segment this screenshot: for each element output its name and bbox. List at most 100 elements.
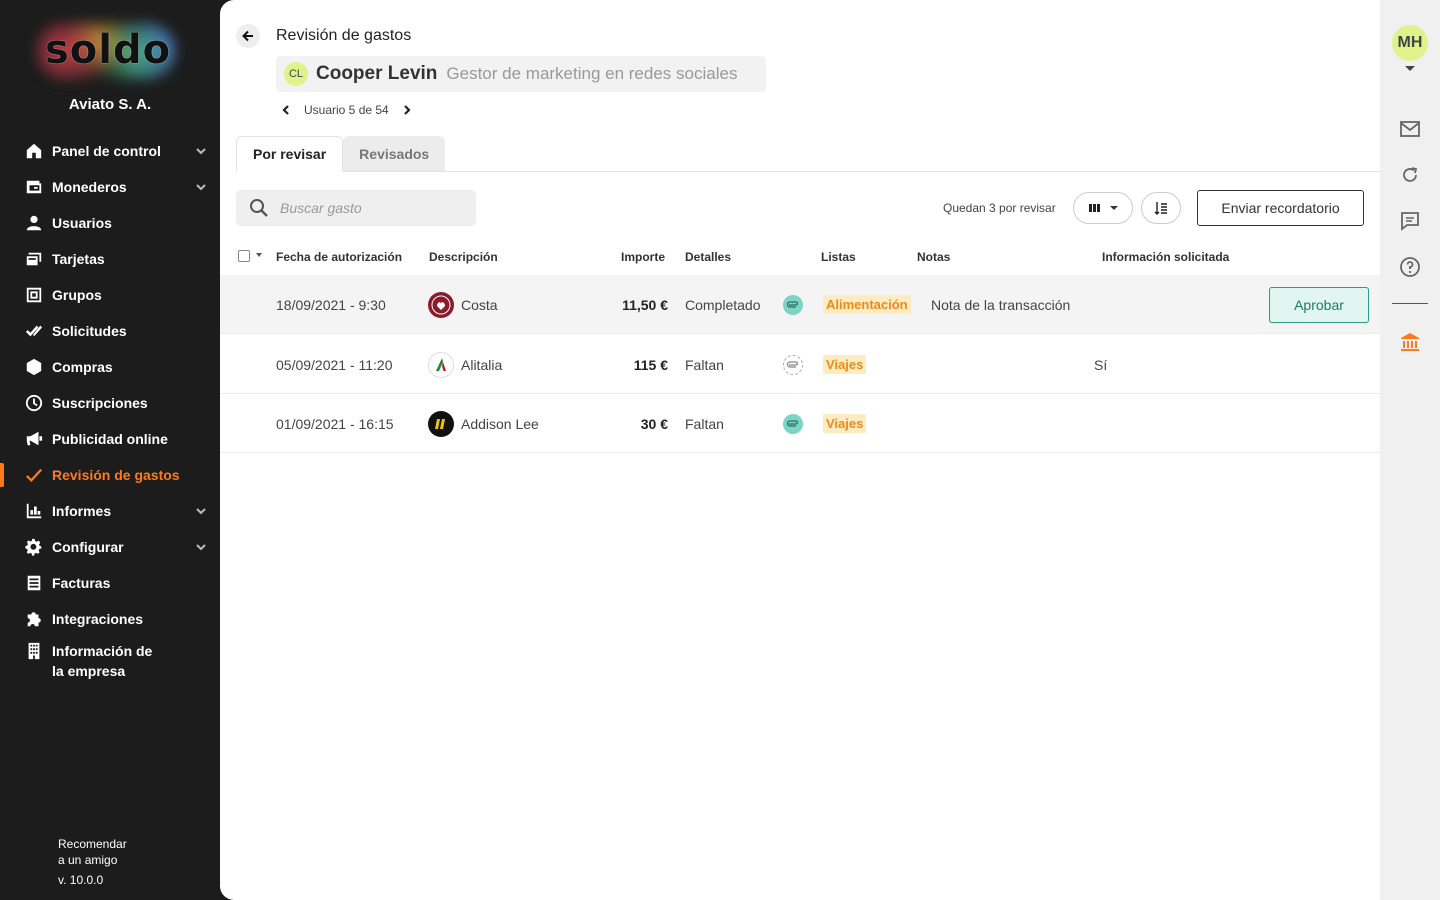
account-avatar[interactable]: MH — [1392, 25, 1428, 61]
sidebar-item-label: Compras — [52, 359, 113, 375]
details-cell: Faltan — [685, 415, 724, 432]
megaphone-icon — [24, 429, 44, 449]
column-header[interactable]: Detalles — [685, 250, 731, 264]
page-title: Revisión de gastos — [276, 27, 412, 44]
receipt-cell[interactable] — [783, 275, 803, 334]
recommend-link[interactable]: Recomendar a un amigo — [58, 836, 127, 868]
bank-icon[interactable] — [1399, 331, 1421, 353]
user-icon — [24, 213, 44, 233]
receipt-cell[interactable] — [783, 335, 803, 394]
merchant-name: Addison Lee — [461, 415, 539, 432]
paperclip-icon — [783, 294, 803, 315]
pager-text: Usuario 5 de 54 — [304, 103, 389, 117]
paperclip-icon — [783, 413, 803, 434]
approve-button[interactable]: Aprobar — [1269, 286, 1369, 323]
description-cell: Alitalia — [428, 335, 502, 394]
sidebar-item-grupos[interactable]: Grupos — [0, 277, 220, 313]
list-cell: Alimentación — [823, 275, 911, 334]
column-header[interactable]: Descripción — [429, 250, 498, 264]
table-row[interactable]: 01/09/2021 - 16:15 Addison Lee 30 € Falt… — [220, 394, 1380, 453]
sidebar-item-suscripciones[interactable]: Suscripciones — [0, 385, 220, 421]
sidebar-item-compras[interactable]: Compras — [0, 349, 220, 385]
column-header[interactable]: Fecha de autorización — [276, 250, 402, 264]
sidebar-item-informacion-empresa[interactable]: Información de la empresa — [0, 637, 220, 685]
table-header: Fecha de autorización Descripción Import… — [220, 240, 1380, 274]
columns-menu-button[interactable] — [1073, 192, 1133, 224]
user-pager: Usuario 5 de 54 — [276, 100, 417, 120]
amount-cell: 11,50 € — [622, 296, 668, 313]
column-header[interactable]: Importe — [621, 250, 665, 264]
rail-divider — [1392, 303, 1428, 304]
tab-divider — [236, 171, 1380, 172]
columns-icon — [1089, 204, 1100, 212]
chevron-down-icon[interactable] — [194, 540, 208, 554]
help-icon[interactable] — [1399, 256, 1421, 278]
search-box — [236, 190, 476, 226]
soldo-logo[interactable]: soldo — [28, 18, 188, 82]
chevron-down-icon[interactable] — [194, 180, 208, 194]
sidebar-item-label: Suscripciones — [52, 395, 148, 411]
hexagon-icon — [24, 357, 44, 377]
chat-icon[interactable] — [1399, 210, 1421, 232]
sort-button[interactable] — [1141, 192, 1181, 224]
next-user-button[interactable] — [397, 100, 417, 120]
gear-icon — [24, 537, 44, 557]
table-row[interactable]: 05/09/2021 - 11:20 Alitalia 115 € Faltan… — [220, 335, 1380, 394]
chevron-down-icon — [1110, 206, 1118, 210]
action-cell: Aprobar — [1269, 275, 1369, 334]
sidebar-item-configurar[interactable]: Configurar — [0, 529, 220, 565]
mail-icon[interactable] — [1399, 118, 1421, 140]
building-icon — [24, 641, 44, 661]
sidebar-item-revision-de-gastos[interactable]: Revisión de gastos — [0, 457, 220, 493]
sidebar-item-informes[interactable]: Informes — [0, 493, 220, 529]
column-header[interactable]: Información solicitada — [1102, 250, 1229, 264]
column-header[interactable]: Listas — [821, 250, 856, 264]
search-input[interactable] — [280, 200, 460, 216]
chevron-down-icon[interactable] — [194, 504, 208, 518]
sidebar-item-panel-de-control[interactable]: Panel de control — [0, 133, 220, 169]
sidebar-footer: Recomendar a un amigo v. 10.0.0 — [58, 836, 127, 888]
avatar: CL — [284, 62, 308, 86]
list-tag[interactable]: Viajes — [823, 414, 867, 433]
previous-user-button[interactable] — [276, 100, 296, 120]
merchant-name: Alitalia — [461, 356, 503, 373]
sort-icon — [1154, 202, 1167, 215]
sidebar-item-label: Panel de control — [52, 143, 161, 159]
sidebar-item-monederos[interactable]: Monederos — [0, 169, 220, 205]
sidebar-item-label: Revisión de gastos — [52, 467, 180, 483]
sidebar-item-publicidad-online[interactable]: Publicidad online — [0, 421, 220, 457]
back-button[interactable] — [236, 24, 260, 48]
addison-lee-logo-icon — [428, 410, 454, 437]
receipt-cell[interactable] — [783, 394, 803, 453]
tab-revisados[interactable]: Revisados — [343, 136, 446, 172]
send-reminder-button[interactable]: Enviar recordatorio — [1197, 190, 1364, 226]
sidebar-item-facturas[interactable]: Facturas — [0, 565, 220, 601]
list-tag[interactable]: Viajes — [823, 355, 867, 374]
chevron-down-icon[interactable] — [194, 144, 208, 158]
table-row[interactable]: 18/09/2021 - 9:30 Costa 11,50 € Completa… — [220, 275, 1380, 334]
sidebar-item-integraciones[interactable]: Integraciones — [0, 601, 220, 637]
tab-por-revisar[interactable]: Por revisar — [236, 136, 344, 172]
sidebar: soldo Aviato S. A. Panel de control Mone… — [0, 0, 220, 900]
list-tag[interactable]: Alimentación — [823, 295, 911, 314]
sidebar-item-usuarios[interactable]: Usuarios — [0, 205, 220, 241]
date-cell: 01/09/2021 - 16:15 — [276, 415, 394, 432]
chevron-left-icon — [282, 105, 289, 115]
right-rail: MH — [1380, 0, 1440, 900]
sidebar-item-label: Solicitudes — [52, 323, 127, 339]
sidebar-item-tarjetas[interactable]: Tarjetas — [0, 241, 220, 277]
sidebar-item-solicitudes[interactable]: Solicitudes — [0, 313, 220, 349]
arrow-left-icon — [242, 30, 253, 42]
details-cell: Faltan — [685, 356, 724, 373]
main-content: Revisión de gastos CL Cooper Levin Gesto… — [220, 0, 1380, 900]
merchant-name: Costa — [461, 296, 498, 313]
alitalia-logo-icon — [428, 351, 454, 378]
app-version: v. 10.0.0 — [58, 873, 104, 887]
account-menu-caret-icon[interactable] — [1405, 66, 1415, 71]
amount-cell: 30 € — [640, 415, 668, 432]
refresh-icon[interactable] — [1399, 164, 1421, 186]
paperclip-icon — [783, 354, 803, 375]
column-header[interactable]: Notas — [917, 250, 950, 264]
company-name: Aviato S. A. — [68, 96, 152, 113]
double-check-icon — [24, 321, 44, 341]
